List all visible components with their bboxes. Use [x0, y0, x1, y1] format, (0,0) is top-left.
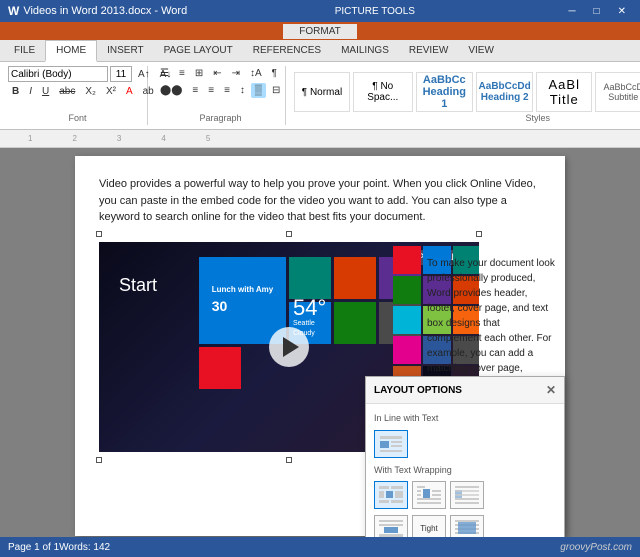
layout-panel-header: LAYOUT OPTIONS ✕ [366, 377, 564, 404]
ribbon: A↑ A↓ B I U abc X₂ X² A ab Font ☰ ≡ ⊞ ⇤ … [0, 62, 640, 130]
wrap-top-bottom-icon[interactable] [374, 515, 408, 537]
resize-handle-bl[interactable] [96, 457, 102, 463]
wrap-through-icon[interactable] [450, 481, 484, 509]
tab-insert[interactable]: INSERT [97, 40, 154, 62]
minimize-button[interactable]: ─ [562, 6, 581, 17]
close-button[interactable]: ✕ [612, 6, 632, 17]
tab-references[interactable]: REFERENCES [243, 40, 331, 62]
style-subtitle[interactable]: AaBbCcDSubtitle [595, 72, 640, 112]
tile-7[interactable] [199, 347, 241, 389]
context-tab-bar: FORMAT [0, 22, 640, 40]
italic-button[interactable]: I [25, 84, 36, 99]
highlight-button[interactable]: ab [139, 84, 158, 99]
maximize-button[interactable]: □ [588, 6, 606, 17]
text-wrapping-icons-row-2: Tight [374, 515, 556, 537]
style-no-space[interactable]: ¶ No Spac... [353, 72, 413, 112]
ruler: 1 2 3 4 5 [0, 130, 640, 148]
font-name-input[interactable] [8, 66, 108, 82]
play-button[interactable] [269, 327, 309, 367]
styles-group-label: Styles [294, 113, 640, 123]
color-swatch-4 [393, 276, 421, 304]
superscript-button[interactable]: X² [102, 84, 120, 99]
inline-with-text-icon[interactable] [374, 430, 408, 458]
tight-label-icon[interactable]: Tight [412, 515, 446, 537]
ribbon-group-paragraph: ☰ ≡ ⊞ ⇤ ⇥ ↕A ¶ ⬤⬤ ≡ ≡ ≡ ↕ ▒ ⊟ Paragraph [156, 66, 286, 125]
section-text-wrapping-title: With Text Wrapping [374, 464, 556, 478]
resize-handle-b[interactable] [286, 457, 292, 463]
shading-button[interactable]: ▒ [251, 83, 266, 98]
document-page: Video provides a powerful way to help yo… [75, 156, 565, 536]
tile-2[interactable] [289, 257, 331, 299]
align-left-button[interactable]: ⬤⬤ [156, 83, 186, 98]
color-swatch-1 [393, 246, 421, 274]
tab-file[interactable]: FILE [4, 40, 45, 62]
document-area: Video provides a powerful way to help yo… [0, 148, 640, 537]
title-bar: W Videos in Word 2013.docx - Word PICTUR… [0, 0, 640, 22]
layout-panel-body: In Line with Text With Text Wrapping [366, 404, 564, 537]
tab-format[interactable]: FORMAT [283, 24, 356, 39]
style-normal[interactable]: ¶ Normal [294, 72, 350, 112]
style-heading2[interactable]: AaBbCcDdHeading 2 [476, 72, 533, 112]
font-group-label: Font [8, 113, 147, 123]
wrap-square-icon[interactable] [374, 481, 408, 509]
tight-label: Tight [420, 523, 438, 535]
color-swatch-10 [393, 336, 421, 364]
tile-3[interactable] [334, 257, 376, 299]
tab-page-layout[interactable]: PAGE LAYOUT [154, 40, 243, 62]
layout-panel-close-button[interactable]: ✕ [546, 381, 556, 399]
page-info: Page 1 of 1 [8, 542, 59, 553]
tab-mailings[interactable]: MAILINGS [331, 40, 399, 62]
watermark: groovyPost.com [560, 542, 632, 553]
layout-panel-title: LAYOUT OPTIONS [374, 383, 462, 398]
tile-5[interactable] [334, 302, 376, 344]
strikethrough-button[interactable]: abc [55, 84, 79, 99]
main-tab-bar: FILE HOME INSERT PAGE LAYOUT REFERENCES … [0, 40, 640, 62]
ribbon-group-font: A↑ A↓ B I U abc X₂ X² A ab Font [8, 66, 148, 125]
tile-1[interactable]: Lunch with Amy30 [199, 257, 286, 344]
subscript-button[interactable]: X₂ [81, 84, 100, 99]
show-para-marks-button[interactable]: ¶ [268, 66, 281, 81]
context-label: PICTURE TOOLS [335, 6, 415, 17]
increase-indent-button[interactable]: ⇥ [228, 66, 244, 81]
tab-home[interactable]: HOME [45, 40, 97, 62]
decrease-indent-button[interactable]: ⇤ [209, 66, 225, 81]
color-swatch-7 [393, 306, 421, 334]
word-count: Words: 142 [59, 542, 110, 553]
window-title: Videos in Word 2013.docx - Word [23, 5, 187, 17]
wrap-tight-icon[interactable] [412, 481, 446, 509]
numbering-button[interactable]: ≡ [175, 66, 189, 81]
grow-font-button[interactable]: A↑ [134, 67, 154, 82]
underline-button[interactable]: U [38, 84, 53, 99]
app-icon: W [8, 4, 19, 18]
style-heading1[interactable]: AaBbCcHeading 1 [416, 72, 474, 112]
align-center-button[interactable]: ≡ [188, 83, 202, 98]
tab-review[interactable]: REVIEW [399, 40, 458, 62]
resize-handle-tl[interactable] [96, 231, 102, 237]
line-spacing-button[interactable]: ↕ [236, 83, 249, 98]
video-start-label: Start [119, 272, 157, 299]
sort-button[interactable]: ↕A [246, 66, 266, 81]
font-size-input[interactable] [110, 66, 132, 82]
paragraph-1: Video provides a powerful way to help yo… [99, 176, 541, 226]
tab-view[interactable]: VIEW [458, 40, 504, 62]
text-color-button[interactable]: A [122, 84, 137, 99]
borders-button[interactable]: ⊟ [268, 83, 284, 98]
ribbon-group-styles: ¶ Normal ¶ No Spac... AaBbCcHeading 1 Aa… [294, 66, 640, 125]
bold-button[interactable]: B [8, 84, 23, 99]
inline-icons-row [374, 430, 556, 458]
layout-options-panel: LAYOUT OPTIONS ✕ In Line with Text [365, 376, 565, 537]
section-inline-title: In Line with Text [374, 412, 556, 426]
style-title[interactable]: AaBlTitle [536, 72, 592, 112]
multilevel-list-button[interactable]: ⊞ [191, 66, 207, 81]
paragraph-group-label: Paragraph [156, 113, 285, 123]
wrap-front-icon[interactable] [450, 515, 484, 537]
resize-handle-tr[interactable] [476, 231, 482, 237]
bullets-button[interactable]: ☰ [156, 66, 173, 81]
resize-handle-t[interactable] [286, 231, 292, 237]
text-wrapping-icons-row-1 [374, 481, 556, 509]
align-right-button[interactable]: ≡ [204, 83, 218, 98]
justify-button[interactable]: ≡ [220, 83, 234, 98]
status-bar: Page 1 of 1 Words: 142 groovyPost.com [0, 537, 640, 557]
